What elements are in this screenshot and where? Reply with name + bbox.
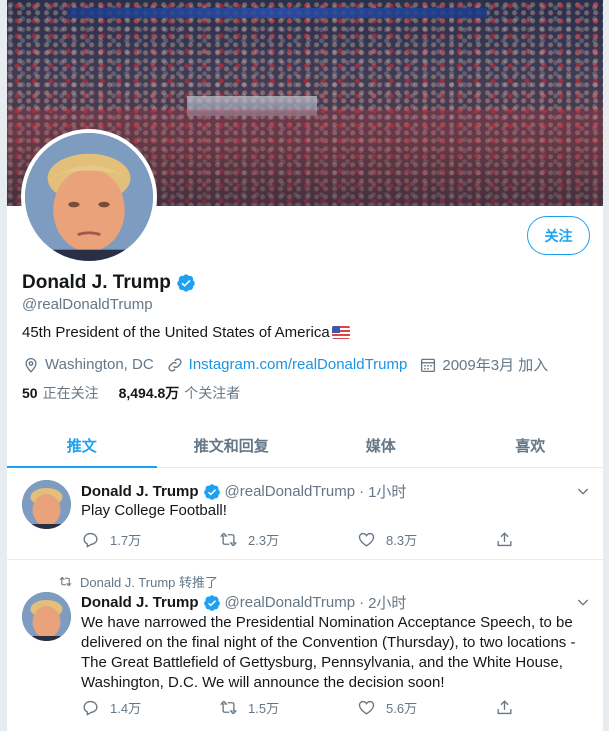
retweet-button[interactable]: 1.5万	[219, 698, 357, 717]
tweet-item[interactable]: Donald J. Trump 转推了 Donald J. Trump @rea…	[7, 560, 603, 731]
profile-bio: 45th President of the United States of A…	[22, 324, 350, 341]
tweet-header: Donald J. Trump @realDonaldTrump · 1小时	[81, 481, 406, 502]
avatar-portrait	[22, 592, 71, 641]
tweet-text: Play College Football!	[81, 502, 227, 519]
tweet-timestamp[interactable]: 2小时	[368, 592, 406, 613]
tweet-header: Donald J. Trump @realDonaldTrump · 2小时	[81, 592, 406, 613]
website-item[interactable]: Instagram.com/realDonaldTrump	[166, 356, 408, 374]
tweet-actions: 1.4万 1.5万 5.6万	[81, 698, 603, 717]
tab-media[interactable]: 媒体	[306, 423, 456, 467]
tweet-author-name[interactable]: Donald J. Trump	[81, 594, 199, 611]
profile-meta: Washington, DC Instagram.com/realDonaldT…	[22, 354, 560, 375]
heart-icon	[358, 532, 375, 547]
avatar-portrait	[22, 480, 71, 529]
retweet-icon	[59, 576, 72, 587]
reply-button[interactable]: 1.4万	[81, 698, 219, 717]
profile-display-name: Donald J. Trump	[22, 272, 171, 293]
reply-count: 1.4万	[110, 701, 142, 716]
followers-label: 个关注者	[184, 385, 241, 401]
heart-icon	[358, 700, 375, 715]
website-link[interactable]: Instagram.com/realDonaldTrump	[189, 356, 408, 373]
like-count: 5.6万	[386, 701, 418, 716]
retweet-icon	[219, 700, 238, 715]
following-count: 50	[22, 385, 38, 401]
profile-tabs: 推文 推文和回复 媒体 喜欢	[7, 423, 604, 468]
avatar-portrait	[25, 133, 153, 261]
tweet-separator: ·	[359, 483, 365, 500]
tweet-separator: ·	[359, 594, 365, 611]
reply-count: 1.7万	[110, 533, 142, 548]
chevron-down-icon[interactable]	[575, 483, 591, 499]
retweet-icon	[219, 532, 238, 547]
tweet-author-handle[interactable]: @realDonaldTrump	[225, 594, 356, 611]
verified-badge-icon	[203, 594, 220, 611]
retweet-count: 2.3万	[248, 533, 280, 548]
tab-tweets-and-replies[interactable]: 推文和回复	[157, 423, 307, 467]
retweet-count: 1.5万	[248, 701, 280, 716]
tweet-text: We have narrowed the Presidential Nomina…	[81, 614, 576, 691]
tab-likes[interactable]: 喜欢	[456, 423, 604, 467]
verified-badge-icon	[177, 274, 195, 292]
bio-text: 45th President of the United States of A…	[22, 324, 330, 341]
tweet-author-name[interactable]: Donald J. Trump	[81, 483, 199, 500]
tab-tweets[interactable]: 推文	[7, 423, 157, 468]
joined-text: 2009年3月 加入	[442, 357, 549, 374]
profile-page: 关注 Donald J. Trump @realDonaldTrump 45th…	[6, 0, 604, 731]
profile-name-row: Donald J. Trump	[22, 272, 196, 294]
share-icon	[497, 700, 512, 715]
joined-item: 2009年3月 加入	[419, 354, 548, 375]
banner-stage-strip	[67, 8, 487, 18]
link-icon	[168, 357, 182, 372]
reply-icon	[83, 532, 98, 548]
retweet-label-text[interactable]: Donald J. Trump 转推了	[80, 572, 218, 591]
tweet-avatar[interactable]	[22, 480, 71, 529]
profile-stats: 50 正在关注 8,494.8万 个关注者	[22, 383, 240, 403]
reply-button[interactable]: 1.7万	[81, 530, 219, 549]
calendar-icon	[421, 358, 436, 372]
us-flag-icon	[331, 326, 350, 339]
like-button[interactable]: 5.6万	[357, 698, 495, 717]
profile-avatar[interactable]	[21, 129, 157, 265]
reply-icon	[83, 700, 98, 716]
followers-stat[interactable]: 8,494.8万 个关注者	[119, 383, 241, 403]
tweet-author-handle[interactable]: @realDonaldTrump	[225, 483, 356, 500]
location-item: Washington, DC	[22, 356, 154, 374]
location-text: Washington, DC	[45, 356, 154, 373]
share-button[interactable]	[495, 530, 603, 549]
share-icon	[497, 532, 512, 547]
profile-handle: @realDonaldTrump	[22, 296, 153, 313]
tweet-actions: 1.7万 2.3万 8.3万	[81, 530, 603, 549]
like-count: 8.3万	[386, 533, 418, 548]
tweet-item[interactable]: Donald J. Trump @realDonaldTrump · 1小时 P…	[7, 468, 603, 560]
location-pin-icon	[25, 357, 37, 373]
following-stat[interactable]: 50 正在关注	[22, 383, 99, 403]
share-button[interactable]	[495, 698, 603, 717]
tweet-avatar[interactable]	[22, 592, 71, 641]
retweet-label: Donald J. Trump 转推了	[59, 572, 218, 591]
followers-count: 8,494.8万	[118, 385, 180, 401]
tweet-timestamp[interactable]: 1小时	[368, 481, 406, 502]
follow-button[interactable]: 关注	[527, 216, 590, 255]
like-button[interactable]: 8.3万	[357, 530, 495, 549]
retweet-button[interactable]: 2.3万	[219, 530, 357, 549]
verified-badge-icon	[203, 483, 220, 500]
chevron-down-icon[interactable]	[575, 594, 591, 610]
following-label: 正在关注	[42, 385, 99, 401]
